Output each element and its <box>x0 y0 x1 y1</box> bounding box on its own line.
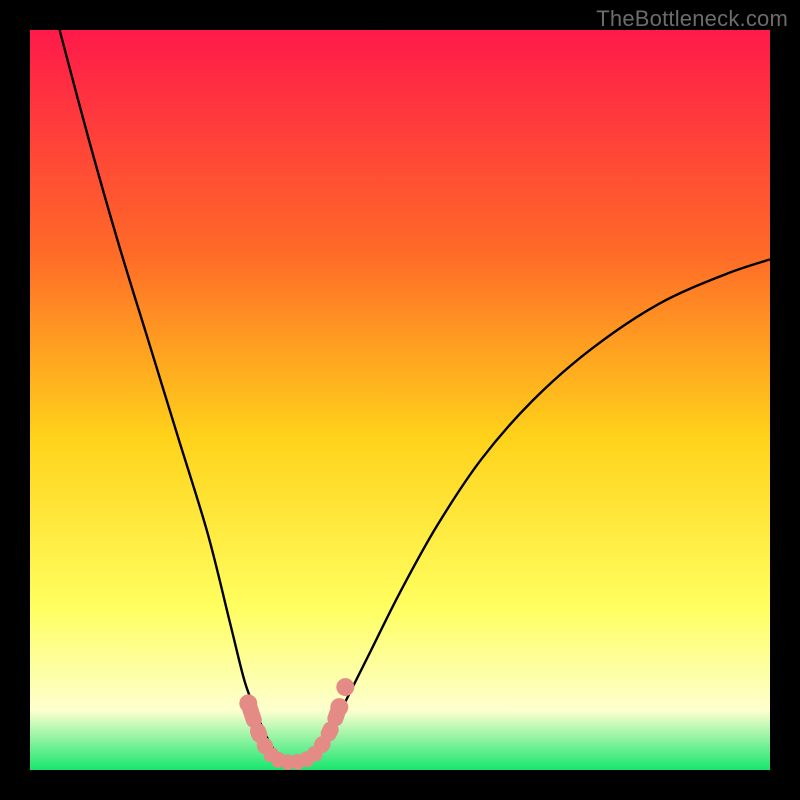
plot-area <box>30 30 770 770</box>
watermark-text: TheBottleneck.com <box>596 6 788 32</box>
bottleneck-chart <box>30 30 770 770</box>
marker-dot <box>336 678 354 696</box>
outer-frame: TheBottleneck.com <box>0 0 800 800</box>
marker-dot <box>330 698 348 716</box>
gradient-background <box>30 30 770 770</box>
